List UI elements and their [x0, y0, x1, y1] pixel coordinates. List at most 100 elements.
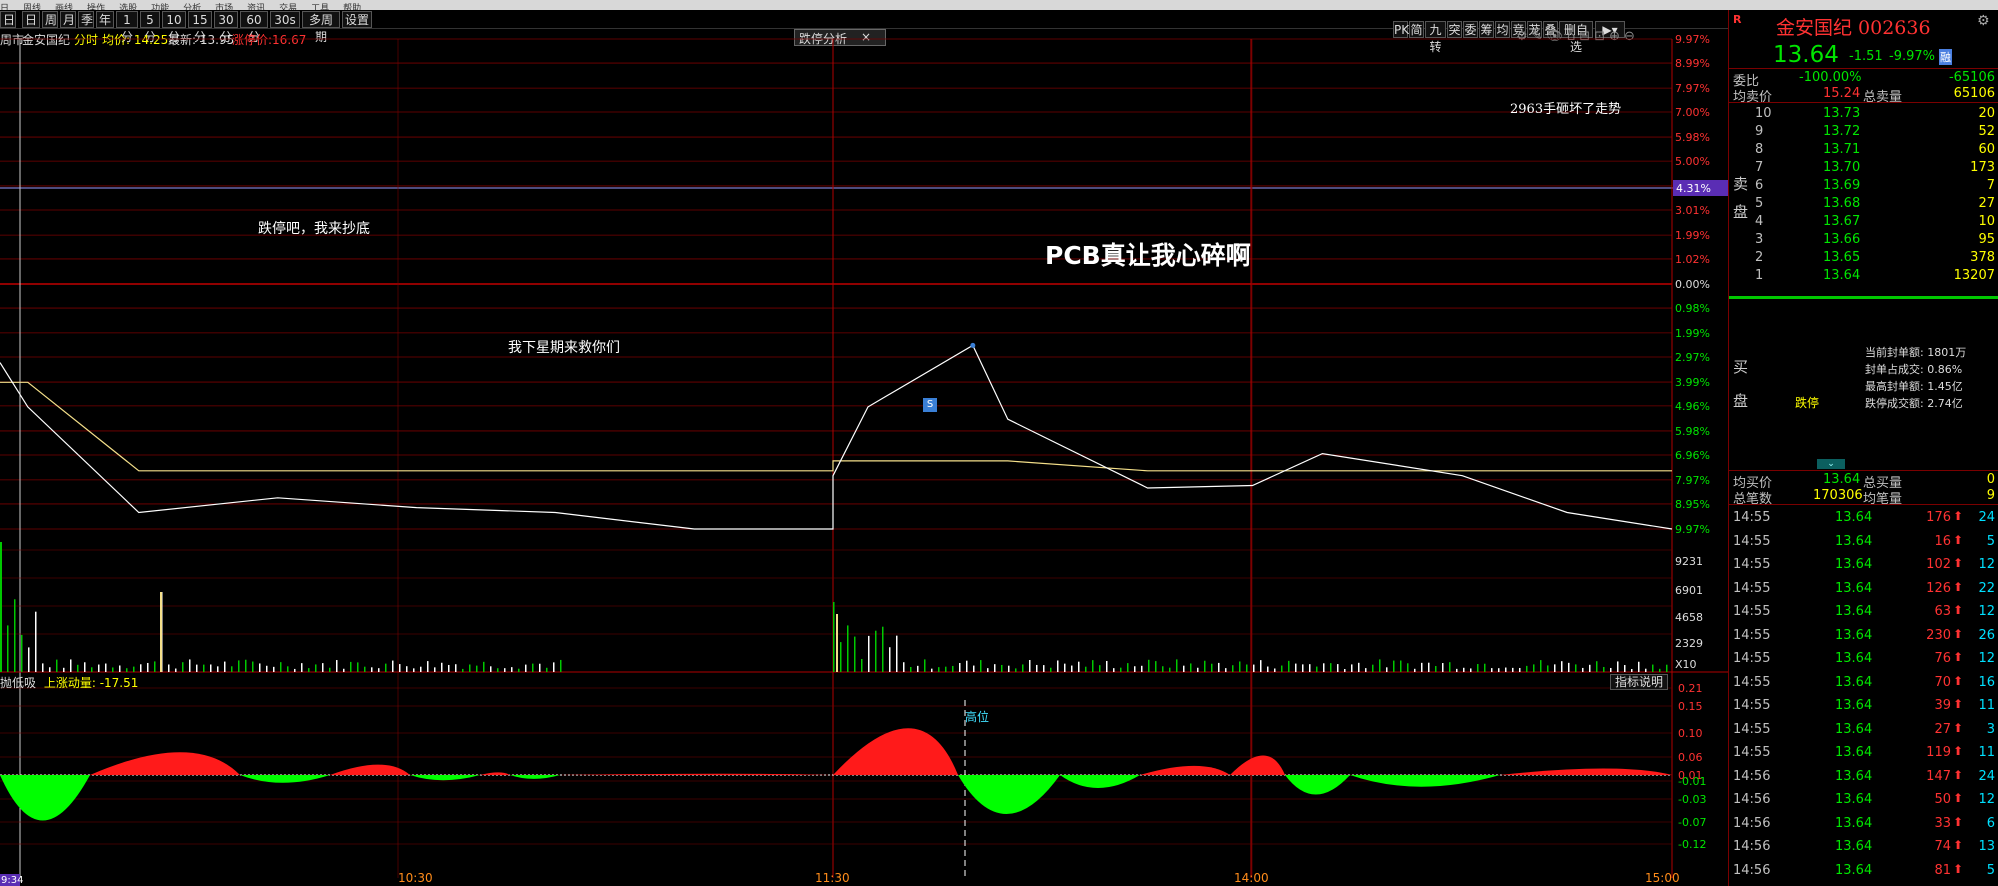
volume-bar: [539, 663, 541, 672]
volume-bar: [1120, 667, 1122, 672]
volume-bar: [1519, 667, 1521, 672]
ask-volume: 7: [1986, 178, 1995, 193]
tick-row: 14:56 13.64 33 6 ⬆: [1729, 815, 1998, 833]
price-change: -1.51: [1849, 49, 1883, 64]
tick-price: 13.64: [1835, 768, 1873, 784]
up-arrow-icon: ⬆: [1952, 814, 1963, 829]
tick-price: 13.64: [1835, 862, 1873, 878]
ask-level: 5: [1755, 196, 1764, 211]
volume-bar: [1078, 661, 1080, 672]
volume-bar: [322, 663, 324, 672]
volume-bar: [1036, 664, 1038, 672]
tick-volume: 63: [1934, 604, 1951, 619]
volume-bar: [350, 661, 352, 672]
sell-marker[interactable]: S: [923, 398, 937, 412]
volume-bar: [1491, 668, 1493, 672]
ask-row[interactable]: 1 13.64 13207: [1729, 267, 1998, 285]
volume-bar: [1190, 663, 1192, 672]
tick-row: 14:55 13.64 76 12 ⬆: [1729, 650, 1998, 668]
tick-count: 3: [1986, 721, 1995, 737]
up-arrow-icon: ⬆: [1952, 791, 1963, 805]
tick-row: 14:55 13.64 126 22 ⬆: [1729, 580, 1998, 598]
ask-level: 8: [1755, 142, 1764, 157]
volume-bar: [1239, 661, 1241, 672]
high-position-label: 高位: [965, 710, 990, 724]
volume-bar: [1407, 663, 1409, 672]
indicator-help-button[interactable]: 指标说明: [1610, 674, 1669, 690]
tick-count: 24: [1978, 510, 1995, 525]
tick-volume: 33: [1934, 815, 1951, 831]
total-trades-value: 170306: [1813, 488, 1863, 503]
ask-row[interactable]: 2 13.65 378: [1729, 249, 1998, 267]
volume-bar: [119, 665, 121, 672]
volume-bar: [1197, 667, 1199, 672]
time-start-label: 9:34: [1, 875, 23, 886]
momentum-up-area: [1500, 768, 1672, 775]
ask-row[interactable]: 8 13.71 60: [1729, 141, 1998, 159]
up-arrow-icon: ⬆: [1952, 626, 1963, 641]
volume-bar: [1547, 665, 1549, 672]
volume-bar: [1638, 661, 1640, 672]
ask-row[interactable]: 5 13.68 27: [1729, 195, 1998, 213]
volume-bar: [217, 666, 219, 672]
volume-bar: [252, 661, 254, 672]
indicator-name[interactable]: 抛低吸: [0, 676, 36, 690]
volume-bar: [476, 665, 478, 672]
ask-volume: 60: [1978, 142, 1995, 157]
momentum-down-area: [1285, 775, 1350, 795]
ask-row[interactable]: 4 13.67 10: [1729, 213, 1998, 231]
volume-bar: [1344, 668, 1346, 672]
ask-price: 13.72: [1823, 124, 1861, 139]
volume-bar: [1232, 665, 1234, 672]
weicha-value: -65106: [1948, 70, 1995, 85]
ask-price: 13.68: [1823, 196, 1861, 211]
limit-down-label: 跌停: [1795, 396, 1820, 410]
tick-price: 13.64: [1835, 580, 1873, 596]
volume-bar: [1617, 661, 1619, 672]
gear-icon[interactable]: ⚙: [1977, 13, 1990, 29]
stock-title: 金安国纪 002636: [1776, 17, 1931, 39]
ask-level: 1: [1755, 268, 1764, 283]
volume-bar: [1400, 660, 1402, 672]
volume-bar: [343, 668, 345, 672]
volume-bar: [1183, 665, 1185, 672]
pct-axis-label: 3.99%: [1675, 376, 1710, 389]
ask-row[interactable]: 7 13.70 173: [1729, 159, 1998, 177]
volume-bar: [945, 666, 947, 672]
volume-bar: [1267, 666, 1269, 672]
volume-bar: [392, 660, 394, 672]
volume-bar: [1211, 663, 1213, 672]
volume-bar: [182, 662, 184, 672]
tick-price: 13.64: [1835, 651, 1873, 666]
book-divider: [1729, 296, 1998, 299]
vol-axis-label: 2329: [1675, 637, 1703, 650]
tick-volume: 81: [1934, 862, 1951, 878]
volume-bar: [1246, 664, 1248, 672]
ask-row[interactable]: 10 13.73 20: [1729, 105, 1998, 123]
ask-volume: 10: [1978, 214, 1995, 229]
chevron-down-icon[interactable]: ⌄: [1817, 459, 1845, 469]
tick-count: 12: [1978, 557, 1995, 572]
pct-axis-label: 9.97%: [1675, 523, 1710, 536]
ask-volume: 378: [1970, 250, 1995, 265]
volume-bar: [504, 668, 506, 672]
volume-bar: [56, 659, 58, 672]
avg-trade-label: 均笔量: [1863, 492, 1903, 507]
volume-bar: [1533, 664, 1535, 672]
volume-bar: [1351, 664, 1353, 672]
volume-bar: [1134, 666, 1136, 672]
volume-bar: [378, 668, 380, 672]
tick-row: 14:56 13.64 74 13 ⬆: [1729, 838, 1998, 856]
ask-row[interactable]: 3 13.66 95: [1729, 231, 1998, 249]
ask-volume: 20: [1978, 106, 1995, 121]
tick-count: 5: [1986, 862, 1995, 878]
menu-strip: 日周线 画线 操作 选股 功能 分析 市场 资讯 交易 工具 帮助: [0, 0, 1998, 10]
intraday-chart[interactable]: 9.97% 8.99% 7.97% 7.00% 5.98% 5.00% 3.99% 3.01%…: [0, 10, 1728, 886]
volume-bar: [553, 662, 555, 672]
volume-bar: [1148, 659, 1150, 672]
ask-row[interactable]: 6 13.69 7: [1729, 177, 1998, 195]
volume-bar: [469, 664, 471, 672]
volume-bar: [273, 666, 275, 672]
ask-row[interactable]: 9 13.72 52: [1729, 123, 1998, 141]
volume-bar: [1379, 659, 1381, 672]
